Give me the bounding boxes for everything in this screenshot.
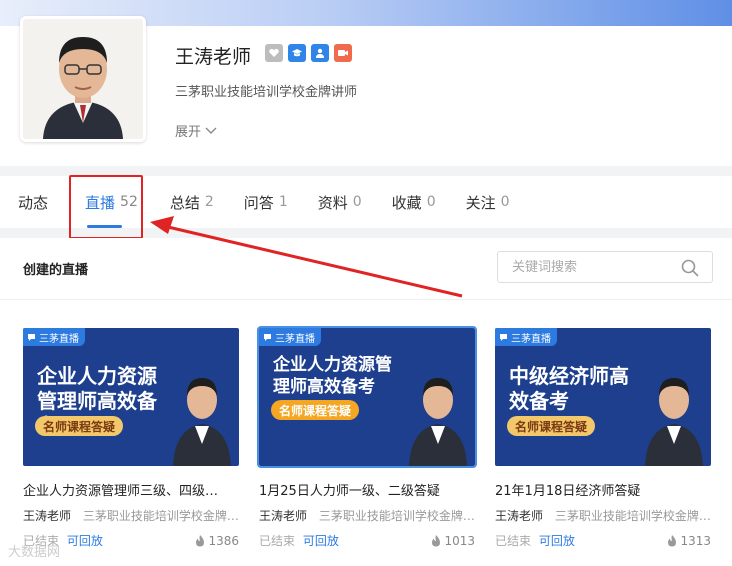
live-card[interactable]: 三茅直播 企业人力资源管理师高效备考 名师课程答疑 1月25日人力师一级、二级答… [257, 326, 477, 549]
flame-icon [668, 534, 677, 546]
tab-count: 0 [500, 194, 510, 210]
flame-icon [196, 534, 205, 546]
author-school: 三茅职业技能培训学校金牌… [318, 509, 475, 523]
live-title[interactable]: 企业人力资源管理师三级、四级… [23, 480, 239, 499]
view-count: 1313 [667, 532, 711, 549]
view-count-value: 1313 [680, 533, 711, 548]
view-count: 1386 [195, 532, 239, 549]
live-card-list: 三茅直播 企业人力资源管理师高效备考 名师课程答疑 企业人力资源管理师三级、四级… [23, 326, 711, 549]
live-title[interactable]: 1月25日人力师一级、二级答疑 [259, 480, 475, 499]
author-school: 三茅职业技能培训学校金牌… [82, 509, 239, 523]
chat-bubble-icon [264, 333, 271, 341]
author-school: 三茅职业技能培训学校金牌… [554, 509, 711, 523]
live-tag: 三茅直播 [23, 328, 85, 346]
status-ended: 已结束 [259, 534, 296, 548]
profile-badges [265, 44, 352, 62]
teacher-portrait [645, 378, 703, 466]
tab-label: 总结 [169, 193, 200, 212]
teacher-portrait [409, 378, 467, 466]
profile-tabs: 动态 直播 52 总结 2 问答 1 资料 0 收藏 0 关注 0 [0, 176, 732, 228]
verified-user-icon [311, 44, 329, 62]
corner-watermark: 大数据网 [8, 545, 61, 560]
tab-count: 0 [352, 194, 362, 210]
thumb-headline: 中级经济师高效备考 [509, 364, 629, 413]
live-thumbnail[interactable]: 三茅直播 企业人力资源管理师高效备考 名师课程答疑 [23, 328, 239, 466]
live-status-row: 已结束 可回放 1313 [495, 532, 711, 549]
chevron-down-icon [205, 127, 217, 134]
tab-materials[interactable]: 资料 0 [306, 176, 374, 228]
search-box [497, 251, 713, 283]
panel-title: 创建的直播 [23, 263, 89, 278]
chat-bubble-icon [28, 333, 35, 341]
divider [0, 299, 732, 300]
tab-dynamic[interactable]: 动态 [6, 176, 65, 228]
tab-label: 问答 [243, 193, 274, 212]
thumb-headline: 企业人力资源管理师高效备考 [273, 355, 392, 397]
tab-favorites[interactable]: 收藏 0 [380, 176, 448, 228]
graduation-cap-icon [288, 44, 306, 62]
live-meta: 王涛老师 三茅职业技能培训学校金牌… [259, 507, 475, 524]
author-name[interactable]: 王涛老师 [259, 509, 307, 523]
live-status-row: 已结束 可回放 1013 [259, 532, 475, 549]
view-count: 1013 [431, 532, 475, 549]
search-input[interactable] [512, 259, 672, 275]
live-meta: 王涛老师 三茅职业技能培训学校金牌… [23, 507, 239, 524]
replay-link[interactable]: 可回放 [67, 534, 103, 548]
tab-count: 52 [120, 194, 138, 210]
live-card[interactable]: 三茅直播 中级经济师高效备考 名师课程答疑 21年1月18日经济师答疑 王涛老师… [495, 328, 711, 549]
avatar-photo [23, 19, 143, 139]
live-meta: 王涛老师 三茅职业技能培训学校金牌… [495, 507, 711, 524]
tab-label: 收藏 [391, 193, 422, 212]
avatar [20, 16, 146, 142]
tab-count: 0 [426, 194, 436, 210]
search-icon[interactable] [680, 258, 700, 278]
replay-link[interactable]: 可回放 [303, 534, 339, 548]
live-thumbnail[interactable]: 三茅直播 中级经济师高效备考 名师课程答疑 [495, 328, 711, 466]
replay-link[interactable]: 可回放 [539, 534, 575, 548]
tab-count: 2 [204, 194, 214, 210]
live-thumbnail[interactable]: 三茅直播 企业人力资源管理师高效备考 名师课程答疑 [257, 326, 477, 468]
view-count-value: 1386 [208, 533, 239, 548]
expand-label: 展开 [175, 125, 202, 140]
author-name[interactable]: 王涛老师 [495, 509, 543, 523]
tab-label: 资料 [317, 193, 348, 212]
live-title[interactable]: 21年1月18日经济师答疑 [495, 480, 711, 499]
profile-card: 王涛老师 三茅职业技能培训学校金牌讲师 展开 [0, 16, 732, 166]
tab-label: 关注 [465, 193, 496, 212]
tab-label: 动态 [18, 193, 49, 212]
author-name[interactable]: 王涛老师 [23, 509, 71, 523]
teacher-portrait [173, 378, 231, 466]
tab-qa[interactable]: 问答 1 [232, 176, 300, 228]
view-count-value: 1013 [444, 533, 475, 548]
tab-live[interactable]: 直播 52 [73, 176, 150, 228]
live-tag-label: 三茅直播 [39, 333, 79, 345]
tab-summary[interactable]: 总结 2 [158, 176, 226, 228]
profile-name: 王涛老师 [175, 46, 252, 68]
tab-following[interactable]: 关注 0 [454, 176, 522, 228]
expand-button[interactable]: 展开 [175, 121, 217, 140]
profile-subtitle: 三茅职业技能培训学校金牌讲师 [175, 85, 358, 100]
tab-label: 直播 [85, 193, 116, 212]
tab-count: 1 [278, 194, 288, 210]
live-list-panel: 创建的直播 三茅直播 企业人力资源管理师高效备考 名师课程答疑 [0, 238, 732, 566]
chat-bubble-icon [500, 333, 507, 341]
flame-icon [432, 534, 441, 546]
thumb-subtitle: 名师课程答疑 [271, 400, 360, 420]
thumb-subtitle: 名师课程答疑 [35, 416, 124, 436]
live-tag-label: 三茅直播 [275, 333, 315, 345]
thumb-subtitle: 名师课程答疑 [507, 416, 596, 436]
live-tag: 三茅直播 [259, 328, 321, 346]
vip-heart-icon [265, 44, 283, 62]
live-tag: 三茅直播 [495, 328, 557, 346]
live-card[interactable]: 三茅直播 企业人力资源管理师高效备考 名师课程答疑 企业人力资源管理师三级、四级… [23, 328, 239, 549]
live-tag-label: 三茅直播 [511, 333, 551, 345]
status-ended: 已结束 [495, 534, 532, 548]
video-camera-icon [334, 44, 352, 62]
